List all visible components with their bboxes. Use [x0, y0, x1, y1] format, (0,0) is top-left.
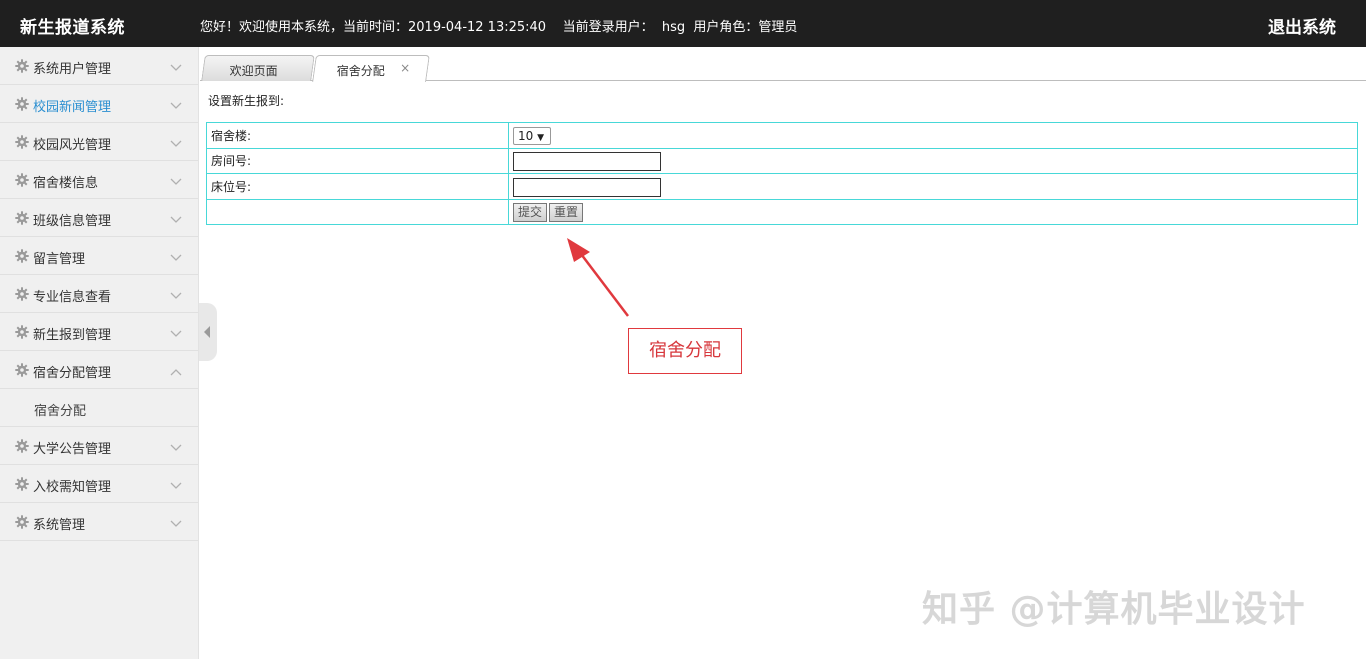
sidebar-item[interactable]: 入校需知管理 — [0, 465, 198, 503]
sidebar-item-label: 专业信息查看 — [33, 290, 112, 305]
chevron-down-icon — [170, 175, 182, 185]
form-row-bed: 床位号: — [206, 173, 1358, 200]
sidebar-item-label: 校园风光管理 — [33, 138, 112, 153]
sidebar-item[interactable]: 留言管理 — [0, 237, 198, 275]
actions-empty-cell — [206, 198, 509, 225]
annotation-arrow-line — [577, 249, 629, 317]
sidebar-item-label: 新生报到管理 — [33, 328, 112, 343]
gear-icon — [15, 477, 29, 491]
gear-icon — [15, 135, 29, 149]
building-cell: 10 ▼ — [508, 122, 1358, 149]
bed-cell — [508, 173, 1358, 200]
gear-icon — [15, 173, 29, 187]
gear-icon — [15, 515, 29, 529]
annotation-label: 宿舍分配 — [628, 328, 742, 374]
annotation-arrow-head — [567, 238, 590, 262]
tab-welcome[interactable]: 欢迎页面 — [201, 55, 315, 81]
chevron-down-icon — [170, 289, 182, 299]
chevron-down-icon — [170, 517, 182, 527]
tab-close-icon[interactable]: × — [400, 61, 410, 75]
top-header-bar: 新生报道系统 您好！欢迎使用本系统，当前时间：2019-04-12 13:25:… — [0, 0, 1366, 47]
sidebar-collapse-handle[interactable] — [199, 303, 217, 361]
room-cell — [508, 147, 1358, 174]
chevron-down-icon — [170, 479, 182, 489]
bed-label: 床位号: — [206, 173, 509, 200]
sidebar-item[interactable]: 大学公告管理 — [0, 427, 198, 465]
chevron-down-icon — [170, 99, 182, 109]
sidebar-item[interactable]: 系统管理 — [0, 503, 198, 541]
building-select-value: 10 — [518, 129, 534, 144]
sidebar-item[interactable]: 校园风光管理 — [0, 123, 198, 161]
chevron-down-icon — [170, 137, 182, 147]
sidebar-item-label: 入校需知管理 — [33, 480, 112, 495]
sidebar-item-label: 宿舍分配管理 — [33, 366, 112, 381]
tab-welcome-label: 欢迎页面 — [229, 64, 278, 78]
room-label: 房间号: — [206, 147, 509, 174]
gear-icon — [15, 363, 29, 377]
form-row-building: 宿舍楼: 10 ▼ — [206, 122, 1358, 149]
collapse-arrow-icon — [204, 326, 210, 338]
form-row-room: 房间号: — [206, 147, 1358, 174]
submit-button[interactable]: 提交 — [513, 203, 548, 223]
sidebar-item-label: 系统管理 — [33, 518, 86, 533]
sidebar-item[interactable]: 新生报到管理 — [0, 313, 198, 351]
logout-button[interactable]: 退出系统 — [1268, 13, 1336, 38]
gear-icon — [15, 325, 29, 339]
sidebar-item[interactable]: 宿舍楼信息 — [0, 161, 198, 199]
chevron-up-icon — [170, 365, 182, 376]
dorm-assign-form: 宿舍楼: 10 ▼ 房间号: 床位号: 提交 重置 — [206, 122, 1358, 225]
sidebar-item-label: 留言管理 — [33, 252, 86, 267]
tab-dorm-assign-label: 宿舍分配 — [336, 64, 385, 78]
gear-icon — [15, 439, 29, 453]
gear-icon — [15, 59, 29, 73]
sidebar-item[interactable]: 专业信息查看 — [0, 275, 198, 313]
gear-icon — [15, 211, 29, 225]
tab-bar: 欢迎页面 宿舍分配 × — [200, 47, 1366, 82]
building-select[interactable]: 10 ▼ — [513, 127, 551, 146]
gear-icon — [15, 287, 29, 301]
sidebar-subitem-label: 宿舍分配 — [34, 404, 87, 419]
building-label: 宿舍楼: — [206, 122, 509, 149]
chevron-down-icon — [170, 251, 182, 261]
chevron-down-icon — [170, 441, 182, 451]
actions-cell: 提交 重置 — [508, 198, 1358, 225]
chevron-down-icon — [170, 61, 182, 71]
watermark-text: 知乎 @计算机毕业设计 — [922, 589, 1306, 630]
sidebar-item[interactable]: 校园新闻管理 — [0, 85, 198, 123]
form-section-title: 设置新生报到: — [208, 94, 285, 108]
form-row-actions: 提交 重置 — [206, 198, 1358, 225]
sidebar-subitem-dorm-assign[interactable]: 宿舍分配 — [0, 389, 198, 427]
bed-number-input[interactable] — [513, 177, 661, 197]
sidebar-menu: 系统用户管理 校园新闻管理 校园风光管理 宿舍楼信息班级信息管理 留言管理专业信息查看新… — [0, 47, 199, 659]
sidebar-item[interactable]: 宿舍分配管理 — [0, 351, 198, 389]
tab-dorm-assign[interactable]: 宿舍分配 × — [312, 55, 430, 82]
chevron-down-icon — [170, 327, 182, 337]
gear-icon — [15, 249, 29, 263]
chevron-down-icon — [170, 213, 182, 223]
sidebar-item-label: 班级信息管理 — [33, 214, 112, 229]
room-number-input[interactable] — [513, 152, 661, 172]
welcome-status-text: 您好！欢迎使用本系统，当前时间：2019-04-12 13:25:40 当前登录… — [200, 20, 798, 35]
sidebar-item-label: 大学公告管理 — [33, 442, 112, 457]
sidebar-item-label: 宿舍楼信息 — [33, 176, 99, 191]
sidebar-item-label: 系统用户管理 — [33, 62, 112, 77]
app-title: 新生报道系统 — [20, 18, 125, 38]
reset-button[interactable]: 重置 — [549, 203, 584, 223]
gear-icon — [15, 97, 29, 111]
sidebar-item[interactable]: 系统用户管理 — [0, 47, 198, 85]
sidebar-item[interactable]: 班级信息管理 — [0, 199, 198, 237]
select-arrow-icon: ▼ — [537, 133, 545, 144]
sidebar-item-label: 校园新闻管理 — [33, 100, 112, 115]
